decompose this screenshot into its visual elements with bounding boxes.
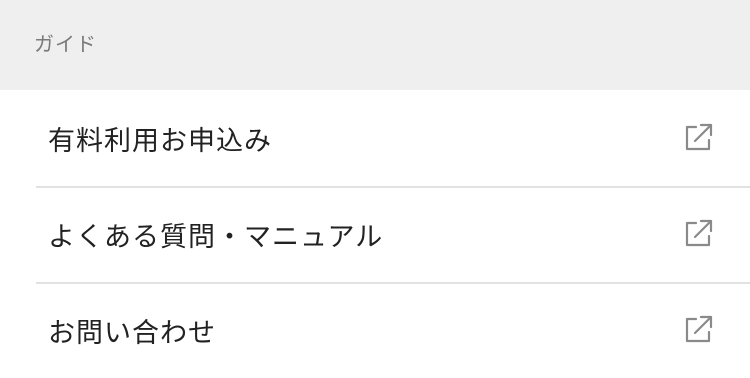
menu-item-label: お問い合わせ (48, 317, 216, 349)
menu-item-contact[interactable]: お問い合わせ (0, 282, 750, 378)
external-link-icon (680, 312, 716, 348)
external-link-icon (680, 120, 716, 156)
menu-item-faq-manual[interactable]: よくある質問・マニュアル (0, 186, 750, 282)
section-header: ガイド (0, 0, 750, 90)
menu-item-label: よくある質問・マニュアル (48, 221, 384, 253)
menu-item-paid-subscription[interactable]: 有料利用お申込み (0, 90, 750, 186)
external-link-icon (680, 216, 716, 252)
section-title: ガイド (34, 31, 97, 56)
guide-menu-list: 有料利用お申込み よくある質問・マニュアル お問い合わせ (0, 90, 750, 378)
menu-item-label: 有料利用お申込み (48, 125, 272, 157)
